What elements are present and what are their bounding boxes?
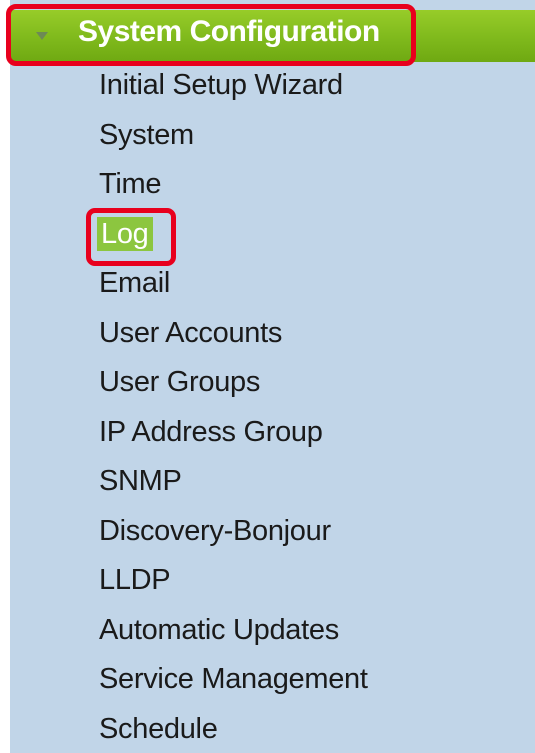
menu-item-schedule[interactable]: Schedule — [99, 707, 368, 753]
menu-item-time[interactable]: Time — [99, 162, 368, 212]
menu-item-label[interactable]: Time — [99, 168, 161, 200]
menu-item-ip-address-group[interactable]: IP Address Group — [99, 410, 368, 460]
menu-item-label[interactable]: LLDP — [99, 564, 171, 596]
menu-item-email[interactable]: Email — [99, 261, 368, 311]
log-highlight-box — [86, 208, 176, 266]
menu-item-discovery-bonjour[interactable]: Discovery-Bonjour — [99, 509, 368, 559]
header-highlight-box — [6, 4, 416, 66]
menu-item-label[interactable]: Service Management — [99, 663, 368, 695]
menu-item-label[interactable]: SNMP — [99, 465, 182, 497]
menu-item-label[interactable]: IP Address Group — [99, 416, 323, 448]
menu-item-service-management[interactable]: Service Management — [99, 657, 368, 707]
system-configuration-menu: Initial Setup Wizard System Time Log Ema… — [97, 63, 368, 753]
menu-item-label[interactable]: Discovery-Bonjour — [99, 515, 331, 547]
menu-item-lldp[interactable]: LLDP — [99, 558, 368, 608]
menu-item-label[interactable]: User Accounts — [99, 317, 282, 349]
menu-item-label[interactable]: Initial Setup Wizard — [99, 69, 343, 101]
menu-item-user-groups[interactable]: User Groups — [99, 360, 368, 410]
menu-item-label[interactable]: System — [99, 119, 194, 151]
menu-item-label[interactable]: Automatic Updates — [99, 614, 339, 646]
menu-item-label[interactable]: User Groups — [99, 366, 260, 398]
menu-item-user-accounts[interactable]: User Accounts — [99, 311, 368, 361]
menu-item-snmp[interactable]: SNMP — [99, 459, 368, 509]
menu-item-initial-setup-wizard[interactable]: Initial Setup Wizard — [99, 63, 368, 113]
menu-item-label[interactable]: Email — [99, 267, 170, 299]
menu-item-automatic-updates[interactable]: Automatic Updates — [99, 608, 368, 658]
menu-item-system[interactable]: System — [99, 113, 368, 163]
menu-item-label[interactable]: Schedule — [99, 713, 218, 745]
